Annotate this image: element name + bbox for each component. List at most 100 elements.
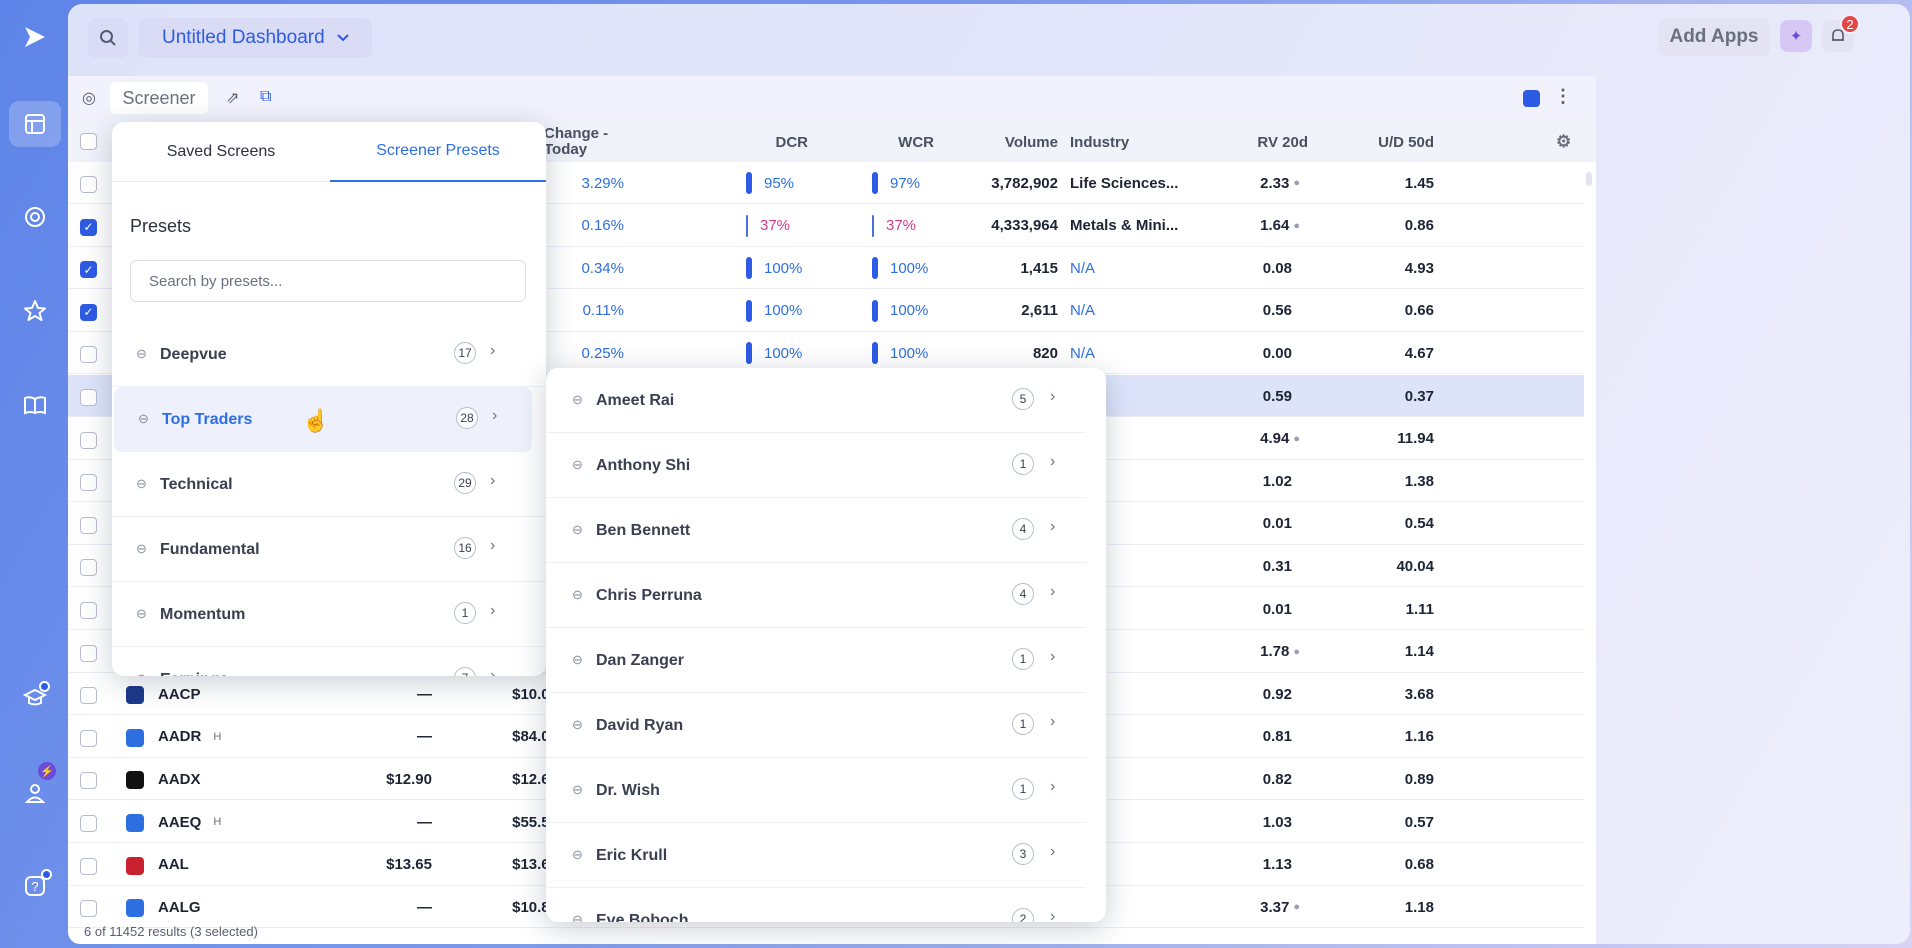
rv-value: 0.82 [1262,770,1292,788]
ud-cell: 11.94 [1397,430,1434,448]
change-cell: 0.11% [582,302,624,320]
volume-cell: 1,415 [1020,259,1058,277]
svg-text:?: ? [31,879,38,894]
education-icon[interactable] [9,675,61,721]
dashboard-icon[interactable] [9,101,61,147]
preset-item[interactable]: ⊖ Momentum 1 › [112,582,546,647]
chevron-right-icon: › [1050,908,1056,922]
help-icon[interactable]: ? [9,863,61,909]
dcr-value: 95% [764,174,795,192]
row-checkbox[interactable] [80,857,97,875]
dashboard-selector[interactable]: Untitled Dashboard [138,18,372,58]
row-checkbox[interactable] [80,644,97,662]
wcr-cell: 100% [872,247,952,289]
more-options-icon[interactable]: ⋮ [1554,86,1572,107]
trader-count-badge: 2 [1012,908,1034,922]
h-tag: H [213,730,222,743]
trader-item[interactable]: ⊖ Eve Boboch 2 › [546,888,1086,922]
row-checkbox[interactable] [80,687,97,705]
row-checkbox[interactable] [80,772,97,790]
presets-search-input[interactable]: Search by presets... [130,260,526,302]
row-checkbox[interactable] [80,516,97,534]
col-industry[interactable]: Industry [1070,122,1210,162]
ticker-cell[interactable]: AADR H [158,716,221,758]
ticker-cell[interactable]: AALG [158,886,201,928]
row-checkbox[interactable]: ✓ [80,261,97,279]
rv-dot-icon: ● [1293,219,1300,232]
trader-item[interactable]: ⊖ Ameet Rai 5 › [546,368,1086,433]
ud-cell: 0.86 [1404,217,1434,235]
ai-sparkle-icon[interactable]: ✦ [1780,20,1812,52]
dropdown-tabs: Saved Screens Screener Presets [112,122,546,182]
radar-icon[interactable] [9,194,61,240]
row-checkbox[interactable] [80,176,97,193]
row-checkbox[interactable] [80,474,97,492]
preset-item[interactable]: ⊖ Deepvue 17 › [112,322,546,387]
preset-item[interactable]: ⊖ Fundamental 16 › [112,517,546,582]
select-all-checkbox[interactable] [80,133,97,150]
ticker-cell[interactable]: AADX [158,758,201,800]
row-checkbox[interactable] [80,815,97,832]
preset-folder-icon: ⊖ [136,476,147,491]
col-volume[interactable]: Volume [948,122,1058,162]
color-swatch[interactable] [1523,90,1540,107]
rv-value: 2.33 [1260,174,1290,192]
screener-tab[interactable]: Screener [110,82,208,114]
trader-item[interactable]: ⊖ David Ryan 1 › [546,693,1086,758]
trader-item[interactable]: ⊖ Dan Zanger 1 › [546,628,1086,693]
scrollbar[interactable] [1586,172,1592,186]
preset-item[interactable]: ⊖ Earnings 7 › [112,647,546,676]
row-checkbox[interactable]: ✓ [80,218,97,236]
link-icon[interactable]: ⧉ [260,88,271,106]
settings-gear-icon[interactable]: ⚙ [1556,132,1571,152]
row-checkbox[interactable] [80,559,97,577]
tab-saved-screens[interactable]: Saved Screens [112,122,330,182]
trader-item[interactable]: ⊖ Ben Bennett 4 › [546,498,1086,563]
trader-item[interactable]: ⊖ Anthony Shi 1 › [546,433,1086,498]
row-checkbox[interactable] [80,602,97,619]
search-button[interactable] [88,18,128,58]
dcr-bar [746,172,752,194]
logo-icon[interactable] [9,14,61,60]
preset-label: Momentum [160,605,246,623]
row-checkbox[interactable] [80,346,97,364]
rv-dot-icon: ● [1293,901,1300,914]
preset-folder-icon: ⊖ [572,847,583,862]
row-checkbox[interactable] [80,389,97,406]
share-icon[interactable]: ⇗ [226,88,239,108]
wcr-bar [872,342,878,365]
tab-screener-presets[interactable]: Screener Presets [330,122,546,182]
star-icon[interactable] [9,288,61,334]
ticker-cell[interactable]: AAEQ H [158,801,221,843]
row-checkbox[interactable] [80,431,97,449]
ticker-cell[interactable]: AAL [158,844,189,886]
trader-item[interactable]: ⊖ Chris Perruna 4 › [546,563,1086,628]
ticker-logo-icon [126,728,144,747]
col-ud50d[interactable]: U/D 50d [1318,122,1434,162]
rv-value: 0.81 [1262,728,1292,746]
trader-item[interactable]: ⊖ Dr. Wish 1 › [546,758,1086,823]
col-change-today[interactable]: Change - Today [544,122,634,162]
wcr-value: 100% [890,259,929,277]
col-wcr[interactable]: WCR [834,122,934,162]
row-checkbox[interactable] [80,729,97,747]
add-apps-button[interactable]: Add Apps [1658,18,1770,56]
book-icon[interactable] [9,382,61,428]
presets-title: Presets [130,216,192,236]
price-a: $12.90 [386,770,432,788]
rv-cell: 4.94 ● [1178,418,1300,460]
rv-cell: 0.01 [1178,588,1292,630]
row-checkbox[interactable]: ✓ [80,303,97,321]
rv-value: 1.02 [1262,472,1292,490]
col-dcr[interactable]: DCR [708,122,809,162]
trader-item[interactable]: ⊖ Eric Krull 3 › [546,823,1086,888]
preset-item[interactable]: ⊖ Technical 29 › [112,452,546,517]
col-rv20d[interactable]: RV 20d [1198,122,1308,162]
ticker-cell[interactable]: AACP [158,673,201,715]
education-notification-dot [39,681,50,692]
rv-value: 1.64 [1260,217,1290,235]
rv-cell: 2.33 ● [1178,162,1300,204]
top-traders-submenu: ⊖ Ameet Rai 5 › ⊖ Anthony Shi 1 › ⊖ Ben Bennett 4 ›… [546,368,1106,922]
row-checkbox[interactable] [80,900,97,918]
preset-folder-icon: ⊖ [572,522,583,537]
